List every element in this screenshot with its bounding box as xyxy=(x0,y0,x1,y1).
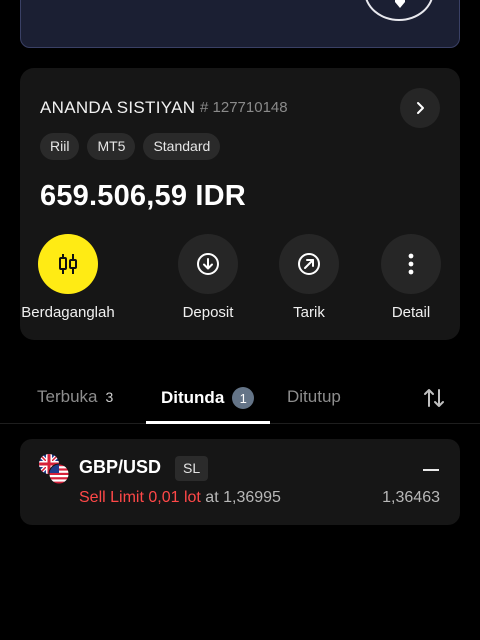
deposit-button-circle[interactable] xyxy=(178,234,238,294)
account-card: ANANDA SISTIYAN # 127710148 Riil MT5 Sta… xyxy=(20,68,460,340)
candlestick-icon xyxy=(59,254,77,274)
tab-closed-label: Ditutup xyxy=(287,387,341,406)
tab-closed[interactable]: Ditutup xyxy=(287,387,341,407)
chevron-right-icon xyxy=(417,102,424,114)
order-at-label: at xyxy=(205,489,219,506)
collapse-dash-icon[interactable] xyxy=(423,469,439,471)
account-open-button[interactable] xyxy=(400,88,440,128)
order-current-price: 1,36463 xyxy=(382,489,440,506)
tag-account-type: Riil xyxy=(40,133,80,160)
download-arrow-icon xyxy=(197,253,219,275)
detail-button-label: Detail xyxy=(391,304,431,321)
more-vertical-icon xyxy=(408,253,414,275)
order-open-price: 1,36995 xyxy=(223,489,281,506)
deposit-button-label: Deposit xyxy=(182,304,234,321)
order-type: Sell Limit xyxy=(79,489,144,506)
tab-open-label: Terbuka xyxy=(37,387,98,406)
tag-plan: Standard xyxy=(143,133,221,160)
withdraw-button-circle[interactable] xyxy=(279,234,339,294)
tab-open-count: 3 xyxy=(105,389,114,405)
detail-button[interactable]: Detail xyxy=(363,234,459,321)
tab-pending[interactable]: Ditunda 1 xyxy=(161,387,255,409)
tab-pending-count: 1 xyxy=(232,387,255,409)
orders-tabs: Terbuka 3 Ditunda 1 Ditutup xyxy=(0,376,480,424)
upload-arrow-icon xyxy=(298,253,320,275)
gbp-usd-flags-icon xyxy=(39,454,70,485)
account-tags: Riil MT5 Standard xyxy=(40,133,221,160)
tag-platform: MT5 xyxy=(87,133,136,160)
trade-button-circle[interactable] xyxy=(38,234,98,294)
account-name: ANANDA SISTIYAN xyxy=(40,98,196,117)
promo-banner[interactable] xyxy=(20,0,460,48)
account-balance: 659.506,59 IDR xyxy=(40,180,246,212)
active-tab-indicator xyxy=(146,421,270,424)
trade-button-label: Berdaganglah xyxy=(21,304,115,321)
tab-pending-label: Ditunda xyxy=(161,388,225,407)
order-detail: Sell Limit 0,01 lot at 1,36995 xyxy=(79,489,281,507)
pending-order-card[interactable]: GBP/USD SL Sell Limit 0,01 lot at 1,3699… xyxy=(20,439,460,525)
stop-loss-badge: SL xyxy=(175,456,209,481)
order-symbol: GBP/USD xyxy=(79,457,162,477)
account-number: # 127710148 xyxy=(200,99,288,116)
order-volume: 0,01 lot xyxy=(148,489,201,506)
deposit-button[interactable]: Deposit xyxy=(160,234,256,321)
sort-icon[interactable] xyxy=(420,384,448,412)
detail-button-circle[interactable] xyxy=(381,234,441,294)
tab-open[interactable]: Terbuka 3 xyxy=(37,387,113,407)
withdraw-button-label: Tarik xyxy=(293,304,325,321)
shield-icon xyxy=(395,0,405,8)
trade-button[interactable]: Berdaganglah xyxy=(20,234,116,321)
withdraw-button[interactable]: Tarik xyxy=(261,234,357,321)
